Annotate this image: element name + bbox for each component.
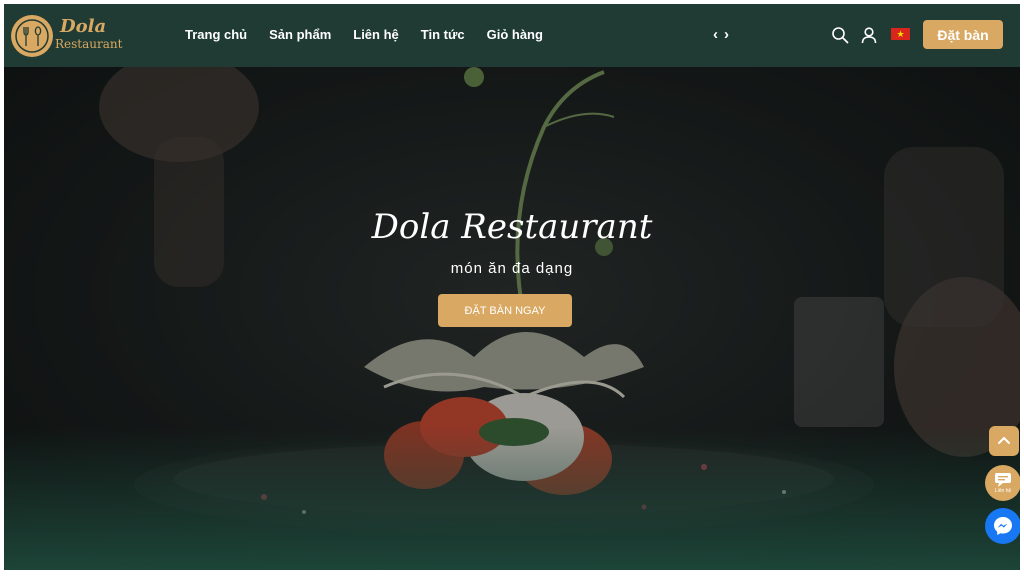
chevron-up-icon xyxy=(998,436,1010,444)
logo-icon[interactable] xyxy=(10,14,54,58)
messenger-icon xyxy=(994,517,1012,535)
book-now-button[interactable]: ĐẶT BÀN NGAY xyxy=(438,294,572,327)
flag-star: ★ xyxy=(896,28,905,39)
nav-item-home[interactable]: Trang chủ xyxy=(185,27,247,42)
nav-arrows: ‹ › xyxy=(713,26,729,44)
contact-label: Liên hệ xyxy=(994,488,1012,494)
book-table-button[interactable]: Đặt bàn xyxy=(923,20,1003,49)
main-nav: Trang chủ Sản phẩm Liên hệ Tin tức Giỏ h… xyxy=(185,27,543,42)
user-icon[interactable] xyxy=(860,26,878,44)
prev-arrow-icon[interactable]: ‹ xyxy=(713,26,718,44)
hero-banner: Dola Restaurant món ăn đa dạng ĐẶT BÀN N… xyxy=(4,67,1020,570)
nav-item-cart[interactable]: Giỏ hàng xyxy=(487,27,543,42)
messenger-button[interactable] xyxy=(985,508,1020,544)
nav-item-news[interactable]: Tin tức xyxy=(421,27,465,42)
brand-name[interactable]: Dola xyxy=(60,16,106,37)
search-icon[interactable] xyxy=(831,26,849,44)
contact-button[interactable]: Liên hệ xyxy=(985,465,1020,501)
nav-item-contact[interactable]: Liên hệ xyxy=(353,27,399,42)
chat-bubble-icon xyxy=(995,473,1011,487)
vietnam-flag-icon[interactable]: ★ xyxy=(891,28,910,40)
scroll-top-button[interactable] xyxy=(989,426,1019,456)
nav-item-products[interactable]: Sản phẩm xyxy=(269,27,331,42)
site-header: Dola Restaurant Trang chủ Sản phẩm Liên … xyxy=(4,4,1020,67)
hero-title: Dola Restaurant xyxy=(371,207,653,247)
brand-subtitle[interactable]: Restaurant xyxy=(55,37,122,51)
next-arrow-icon[interactable]: › xyxy=(724,26,729,44)
page-frame: Dola Restaurant Trang chủ Sản phẩm Liên … xyxy=(4,4,1020,570)
hero-subtitle: món ăn đa dạng xyxy=(450,260,574,277)
